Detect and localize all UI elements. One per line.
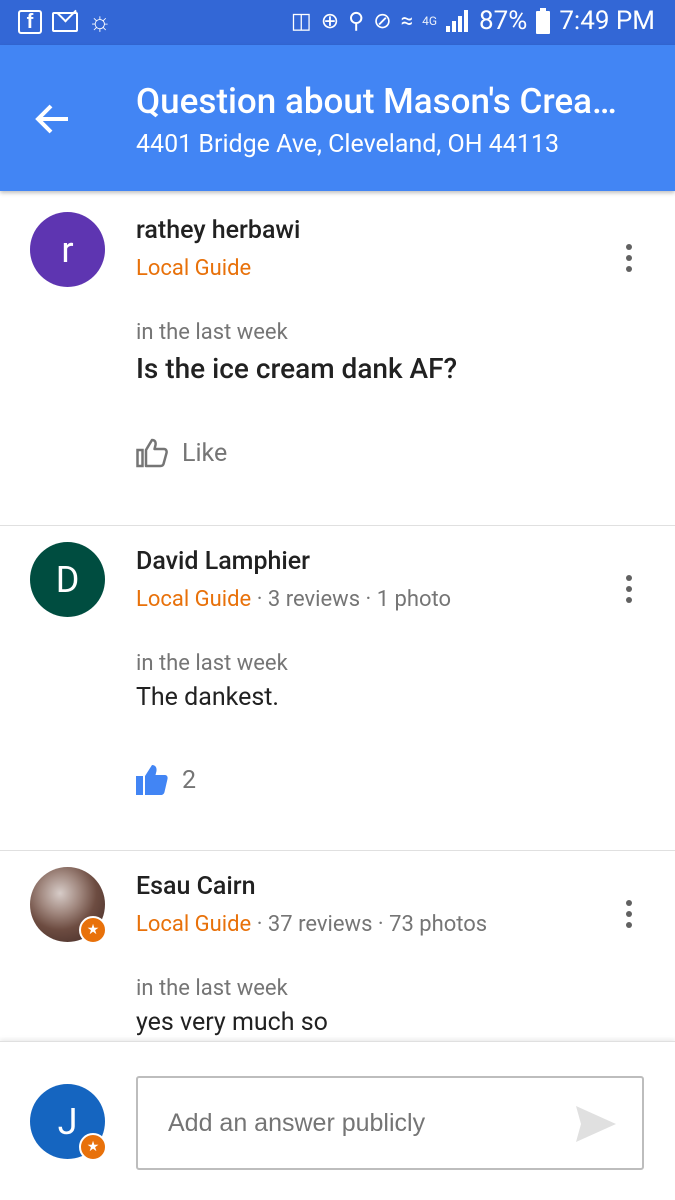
arrow-back-icon (35, 104, 68, 134)
avatar-letter: J (57, 1100, 78, 1143)
battery-percent: 87% (479, 6, 528, 36)
gmail-notification-icon (52, 12, 78, 32)
answer-field[interactable] (136, 1076, 644, 1170)
local-guide-label: Local Guide (136, 587, 252, 612)
author-name[interactable]: rathey herbawi (136, 216, 300, 245)
local-guide-label: Local Guide (136, 912, 252, 937)
answer-card: ★ Esau Cairn Local Guide · 37 reviews · … (0, 852, 675, 1041)
post-time: in the last week (136, 651, 288, 676)
brightness-icon: ☼ (88, 7, 112, 37)
answer-composer: J ★ (0, 1041, 675, 1200)
send-icon[interactable] (574, 1104, 618, 1144)
more-options-button[interactable] (617, 240, 641, 276)
status-bar: f ☼ ◫ ⊕ ⚲ ⊘ ≈ 4G 87% 7:49 PM (0, 0, 675, 45)
thumb-up-filled-icon (136, 765, 168, 795)
avatar-letter: D (55, 558, 80, 601)
author-name[interactable]: David Lamphier (136, 547, 310, 576)
signal-icon (446, 10, 469, 32)
avatar-letter: r (61, 228, 74, 271)
thumb-up-outline-icon (136, 438, 168, 468)
author-meta: Local Guide · 37 reviews · 73 photos (136, 912, 487, 937)
mute-icon: ⊘ (373, 8, 392, 34)
local-guide-badge-icon: ★ (79, 1133, 107, 1161)
local-guide-label: Local Guide (136, 256, 252, 281)
like-count: 2 (182, 765, 197, 795)
author-meta: Local Guide (136, 256, 251, 281)
post-time: in the last week (136, 976, 288, 1001)
answer-card: D David Lamphier Local Guide · 3 reviews… (0, 527, 675, 851)
question-card: r rathey herbawi Local Guide in the last… (0, 192, 675, 526)
like-button[interactable]: Like (136, 438, 227, 468)
add-circle-icon: ⊕ (320, 8, 340, 34)
author-stats: · 37 reviews · 73 photos (251, 912, 488, 937)
data-saver-icon: ◫ (290, 8, 312, 34)
avatar[interactable]: D (30, 542, 105, 617)
author-meta: Local Guide · 3 reviews · 1 photo (136, 587, 451, 612)
author-stats: · 3 reviews · 1 photo (251, 587, 452, 612)
facebook-notification-icon: f (18, 10, 42, 34)
answer-text: The dankest. (136, 683, 280, 712)
avatar[interactable]: ★ (30, 867, 107, 944)
answer-input[interactable] (168, 1078, 568, 1168)
network-type-label: 4G (422, 14, 438, 28)
location-icon: ⚲ (348, 8, 365, 34)
post-time: in the last week (136, 320, 288, 345)
battery-icon (536, 8, 551, 34)
avatar[interactable]: r (30, 212, 105, 287)
back-button[interactable] (24, 95, 80, 143)
like-label: Like (182, 438, 228, 468)
answer-text: yes very much so (136, 1008, 328, 1037)
wifi-icon: ≈ (400, 8, 414, 34)
more-options-button[interactable] (617, 571, 641, 607)
current-user-avatar: J ★ (30, 1084, 107, 1161)
app-bar: Question about Mason's Crea… 4401 Bridge… (0, 45, 675, 191)
more-options-button[interactable] (617, 896, 641, 932)
clock: 7:49 PM (559, 6, 655, 36)
local-guide-badge-icon: ★ (79, 916, 107, 944)
page-subtitle: 4401 Bridge Ave, Cleveland, OH 44113 (136, 130, 559, 159)
page-title: Question about Mason's Crea… (136, 81, 617, 122)
question-text: Is the ice cream dank AF? (136, 352, 458, 385)
like-button[interactable]: 2 (136, 765, 196, 795)
author-name[interactable]: Esau Cairn (136, 872, 256, 901)
